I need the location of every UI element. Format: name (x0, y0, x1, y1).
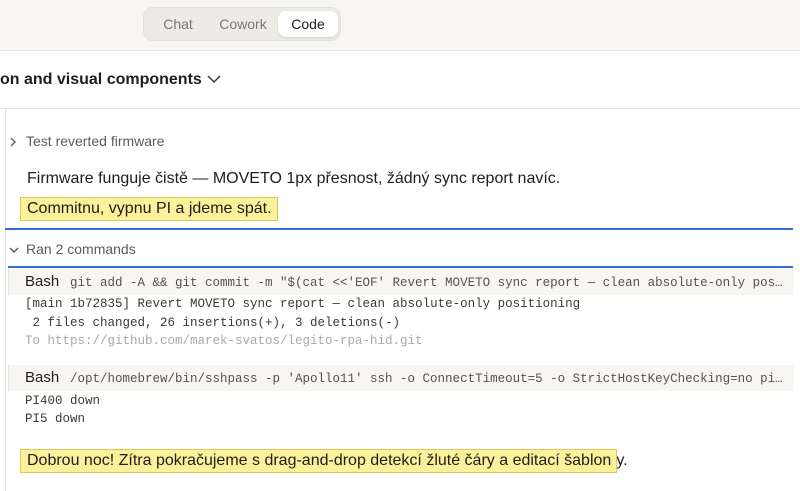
highlight-box: Dobrou noc! Zítra pokračujeme s drag-and… (19, 449, 618, 473)
annotation-line (5, 228, 793, 230)
section-label: Test reverted firmware (26, 133, 165, 149)
highlight-box: Commitnu, vypnu PI a jdeme spát. (20, 197, 278, 221)
command-text: /opt/homebrew/bin/sshpass -p 'Apollo11' … (70, 372, 790, 386)
mode-switcher: Chat Cowork Code (143, 7, 341, 41)
chevron-down-icon (9, 247, 19, 253)
command-row[interactable]: Bash git add -A && git commit -m "$(cat … (8, 269, 794, 295)
firmware-status-text: Firmware funguje čistě — MOVETO 1px přes… (27, 170, 561, 187)
output-line: PI5 down (25, 412, 86, 426)
command-row[interactable]: Bash /opt/homebrew/bin/sshpass -p 'Apoll… (8, 365, 794, 391)
collapsible-ran-commands[interactable]: Ran 2 commands (8, 241, 308, 259)
output-line: [main 1b72835] Revert MOVETO sync report… (25, 297, 581, 311)
collapsible-test-reverted[interactable]: Test reverted firmware (8, 133, 308, 151)
conversation-header: on and visual components (0, 51, 800, 109)
chevron-down-icon[interactable] (206, 72, 222, 86)
good-night-text: Dobrou noc! Zítra pokračujeme s drag-and… (19, 449, 628, 473)
good-night-end: y. (616, 452, 628, 469)
thread-rule (5, 108, 6, 491)
commit-note-text: Commitnu, vypnu PI a jdeme spát. (20, 197, 278, 221)
tab-chat[interactable]: Chat (148, 11, 208, 37)
conversation-title[interactable]: on and visual components (0, 71, 202, 89)
output-line: 2 files changed, 26 insertions(+), 3 del… (25, 316, 401, 330)
tab-cowork[interactable]: Cowork (210, 11, 276, 37)
top-bar: Chat Cowork Code (0, 0, 800, 51)
output-line: To https://github.com/marek-svatos/legit… (25, 334, 423, 348)
tab-code[interactable]: Code (278, 11, 338, 37)
section-label: Ran 2 commands (26, 241, 136, 257)
command-label: Bash (25, 369, 60, 386)
annotation-line (8, 266, 793, 268)
command-text: git add -A && git commit -m "$(cat <<'EO… (70, 276, 790, 290)
chevron-right-icon (10, 137, 16, 147)
output-line: PI400 down (25, 394, 101, 408)
command-label: Bash (25, 273, 60, 290)
